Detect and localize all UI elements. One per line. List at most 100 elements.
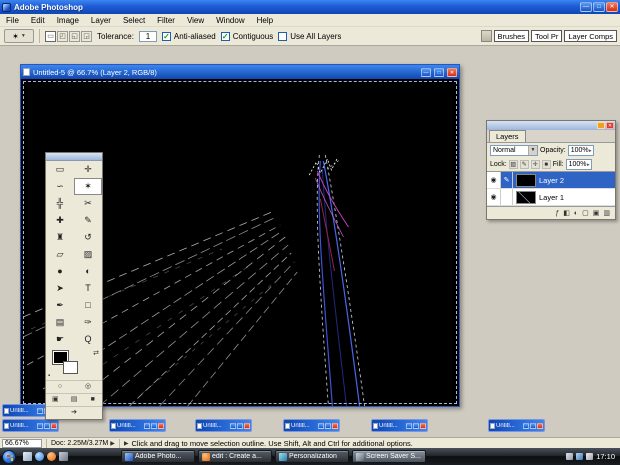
slider-arrow-icon[interactable]: ▸ (587, 160, 590, 170)
close-icon[interactable] (51, 423, 57, 429)
tool-gradient[interactable]: ▨ (74, 246, 102, 263)
layer-group-icon[interactable]: ▢ (582, 209, 589, 217)
restore-icon[interactable] (37, 423, 43, 429)
standard-screen-icon[interactable]: ▣ (46, 394, 65, 406)
menu-file[interactable]: File (0, 14, 25, 27)
taskbar-clock[interactable]: 17:10 (596, 452, 615, 461)
palette-minimize-icon[interactable] (597, 122, 605, 129)
menu-help[interactable]: Help (251, 14, 279, 27)
maximize-icon[interactable] (44, 423, 50, 429)
tool-rectangular-marquee[interactable]: ▭ (46, 161, 74, 178)
contiguous-checkbox[interactable]: ✓ (221, 32, 230, 41)
tool-notes[interactable]: ▤ (46, 314, 74, 331)
close-icon[interactable] (158, 423, 164, 429)
anti-aliased-checkbox[interactable]: ✓ (162, 32, 171, 41)
imageready-icon[interactable]: ➔ (46, 407, 102, 419)
tray-misc-icon[interactable] (586, 453, 593, 460)
minimized-doc-window[interactable]: Untitl... (371, 419, 428, 432)
minimized-doc-window[interactable]: Untitl... (195, 419, 252, 432)
restore-icon[interactable] (230, 423, 236, 429)
subtract-from-selection-icon[interactable]: ◱ (69, 31, 80, 42)
doc-maximize-icon[interactable]: □ (434, 68, 444, 77)
restore-icon[interactable] (523, 423, 529, 429)
tool-presets-palette-tab[interactable]: Tool Pr (531, 30, 562, 42)
adjustment-layer-icon[interactable]: ◐ (574, 210, 578, 217)
minimized-doc-window[interactable]: Untitl... (488, 419, 545, 432)
use-all-layers-checkbox[interactable] (278, 32, 287, 41)
tool-preset-picker[interactable]: ✶ ▼ (4, 29, 34, 43)
tray-network-icon[interactable] (576, 453, 583, 460)
start-button[interactable] (2, 450, 16, 464)
maximize-icon[interactable] (530, 423, 536, 429)
tool-lasso[interactable]: ∽ (46, 178, 74, 195)
menu-layer[interactable]: Layer (85, 14, 117, 27)
slider-arrow-icon[interactable]: ▸ (589, 146, 592, 156)
menu-window[interactable]: Window (210, 14, 250, 27)
visibility-eye-icon[interactable]: ◉ (487, 172, 501, 188)
menu-select[interactable]: Select (117, 14, 151, 27)
restore-icon[interactable] (318, 423, 324, 429)
tool-zoom[interactable]: Q (74, 331, 102, 348)
blend-mode-select[interactable]: Normal ▼ (490, 145, 538, 156)
default-colors-icon[interactable]: ▪ (48, 373, 50, 379)
layer-style-icon[interactable]: ƒ (555, 210, 559, 217)
lock-transparency-icon[interactable]: ▨ (509, 160, 518, 169)
zoom-input[interactable]: 66.67% (2, 439, 42, 448)
opacity-input[interactable]: 100% ▸ (568, 145, 594, 156)
close-icon[interactable] (537, 423, 543, 429)
tool-history-brush[interactable]: ↺ (74, 229, 102, 246)
restore-icon[interactable] (144, 423, 150, 429)
standard-mode-icon[interactable]: ○ (46, 381, 74, 393)
delete-layer-icon[interactable]: ▥ (603, 209, 610, 217)
maximize-icon[interactable] (325, 423, 331, 429)
menu-edit[interactable]: Edit (25, 14, 51, 27)
app-titlebar[interactable]: Adobe Photoshop — □ ✕ (0, 0, 620, 14)
tool-type[interactable]: T (74, 280, 102, 297)
tool-healing-brush[interactable]: ✚ (46, 212, 74, 229)
new-layer-icon[interactable]: ▣ (593, 209, 600, 217)
maximize-icon[interactable] (151, 423, 157, 429)
doc-close-icon[interactable]: ✕ (447, 68, 457, 77)
layer-thumbnail[interactable] (516, 191, 536, 204)
minimize-icon[interactable]: — (580, 2, 592, 12)
fill-input[interactable]: 100% ▸ (566, 159, 592, 170)
tool-crop[interactable]: ╬ (46, 195, 74, 212)
minimized-doc-window[interactable]: Untitl... (2, 419, 59, 432)
tool-eraser[interactable]: ▱ (46, 246, 74, 263)
brushes-palette-tab[interactable]: Brushes (494, 30, 530, 42)
toolbox-titlebar[interactable] (46, 153, 102, 161)
maximize-icon[interactable]: □ (593, 2, 605, 12)
swap-colors-icon[interactable]: ⇄ (93, 349, 99, 357)
tool-shape[interactable]: □ (74, 297, 102, 314)
tool-dodge[interactable]: ◐ (74, 263, 102, 280)
tool-blur[interactable]: ● (46, 263, 74, 280)
layer-row-layer-1[interactable]: ◉ Layer 1 (487, 189, 615, 206)
browser-quicklaunch-icon[interactable] (35, 452, 44, 461)
maximize-icon[interactable] (413, 423, 419, 429)
layer-row-layer-2[interactable]: ◉ ✎ Layer 2 (487, 172, 615, 189)
tool-clone-stamp[interactable]: ♜ (46, 229, 74, 246)
minimized-doc-window[interactable]: Untitl... (109, 419, 166, 432)
tool-pen[interactable]: ✒ (46, 297, 74, 314)
media-quicklaunch-icon[interactable] (59, 452, 68, 461)
maximize-icon[interactable] (237, 423, 243, 429)
taskbar-button-personalization[interactable]: Personalization (275, 450, 349, 463)
quick-mask-mode-icon[interactable]: ◎ (74, 381, 102, 393)
document-titlebar[interactable]: Untitled-5 @ 66.7% (Layer 2, RGB/8) — □ … (21, 65, 459, 79)
full-screen-icon[interactable]: ■ (83, 394, 102, 406)
background-color-swatch[interactable] (63, 361, 78, 374)
tolerance-input[interactable]: 1 (139, 31, 157, 42)
layers-tab[interactable]: Layers (489, 130, 526, 142)
layer-name[interactable]: Layer 2 (539, 176, 564, 185)
doc-minimize-icon[interactable]: — (421, 68, 431, 77)
tool-path-selection[interactable]: ➤ (46, 280, 74, 297)
close-icon[interactable]: ✕ (606, 2, 618, 12)
lock-all-icon[interactable]: ■ (542, 160, 551, 169)
minimized-doc-window[interactable]: Untitl... (283, 419, 340, 432)
status-menu-arrow-icon[interactable]: ▶ (110, 440, 115, 447)
tool-eyedropper[interactable]: ✑ (74, 314, 102, 331)
palette-close-icon[interactable]: ✕ (606, 122, 614, 129)
doc-size-indicator[interactable]: Doc: 2.25M/3.27M ▶ (46, 439, 120, 448)
layer-comps-palette-tab[interactable]: Layer Comps (564, 30, 617, 42)
intersect-selection-icon[interactable]: ◲ (81, 31, 92, 42)
